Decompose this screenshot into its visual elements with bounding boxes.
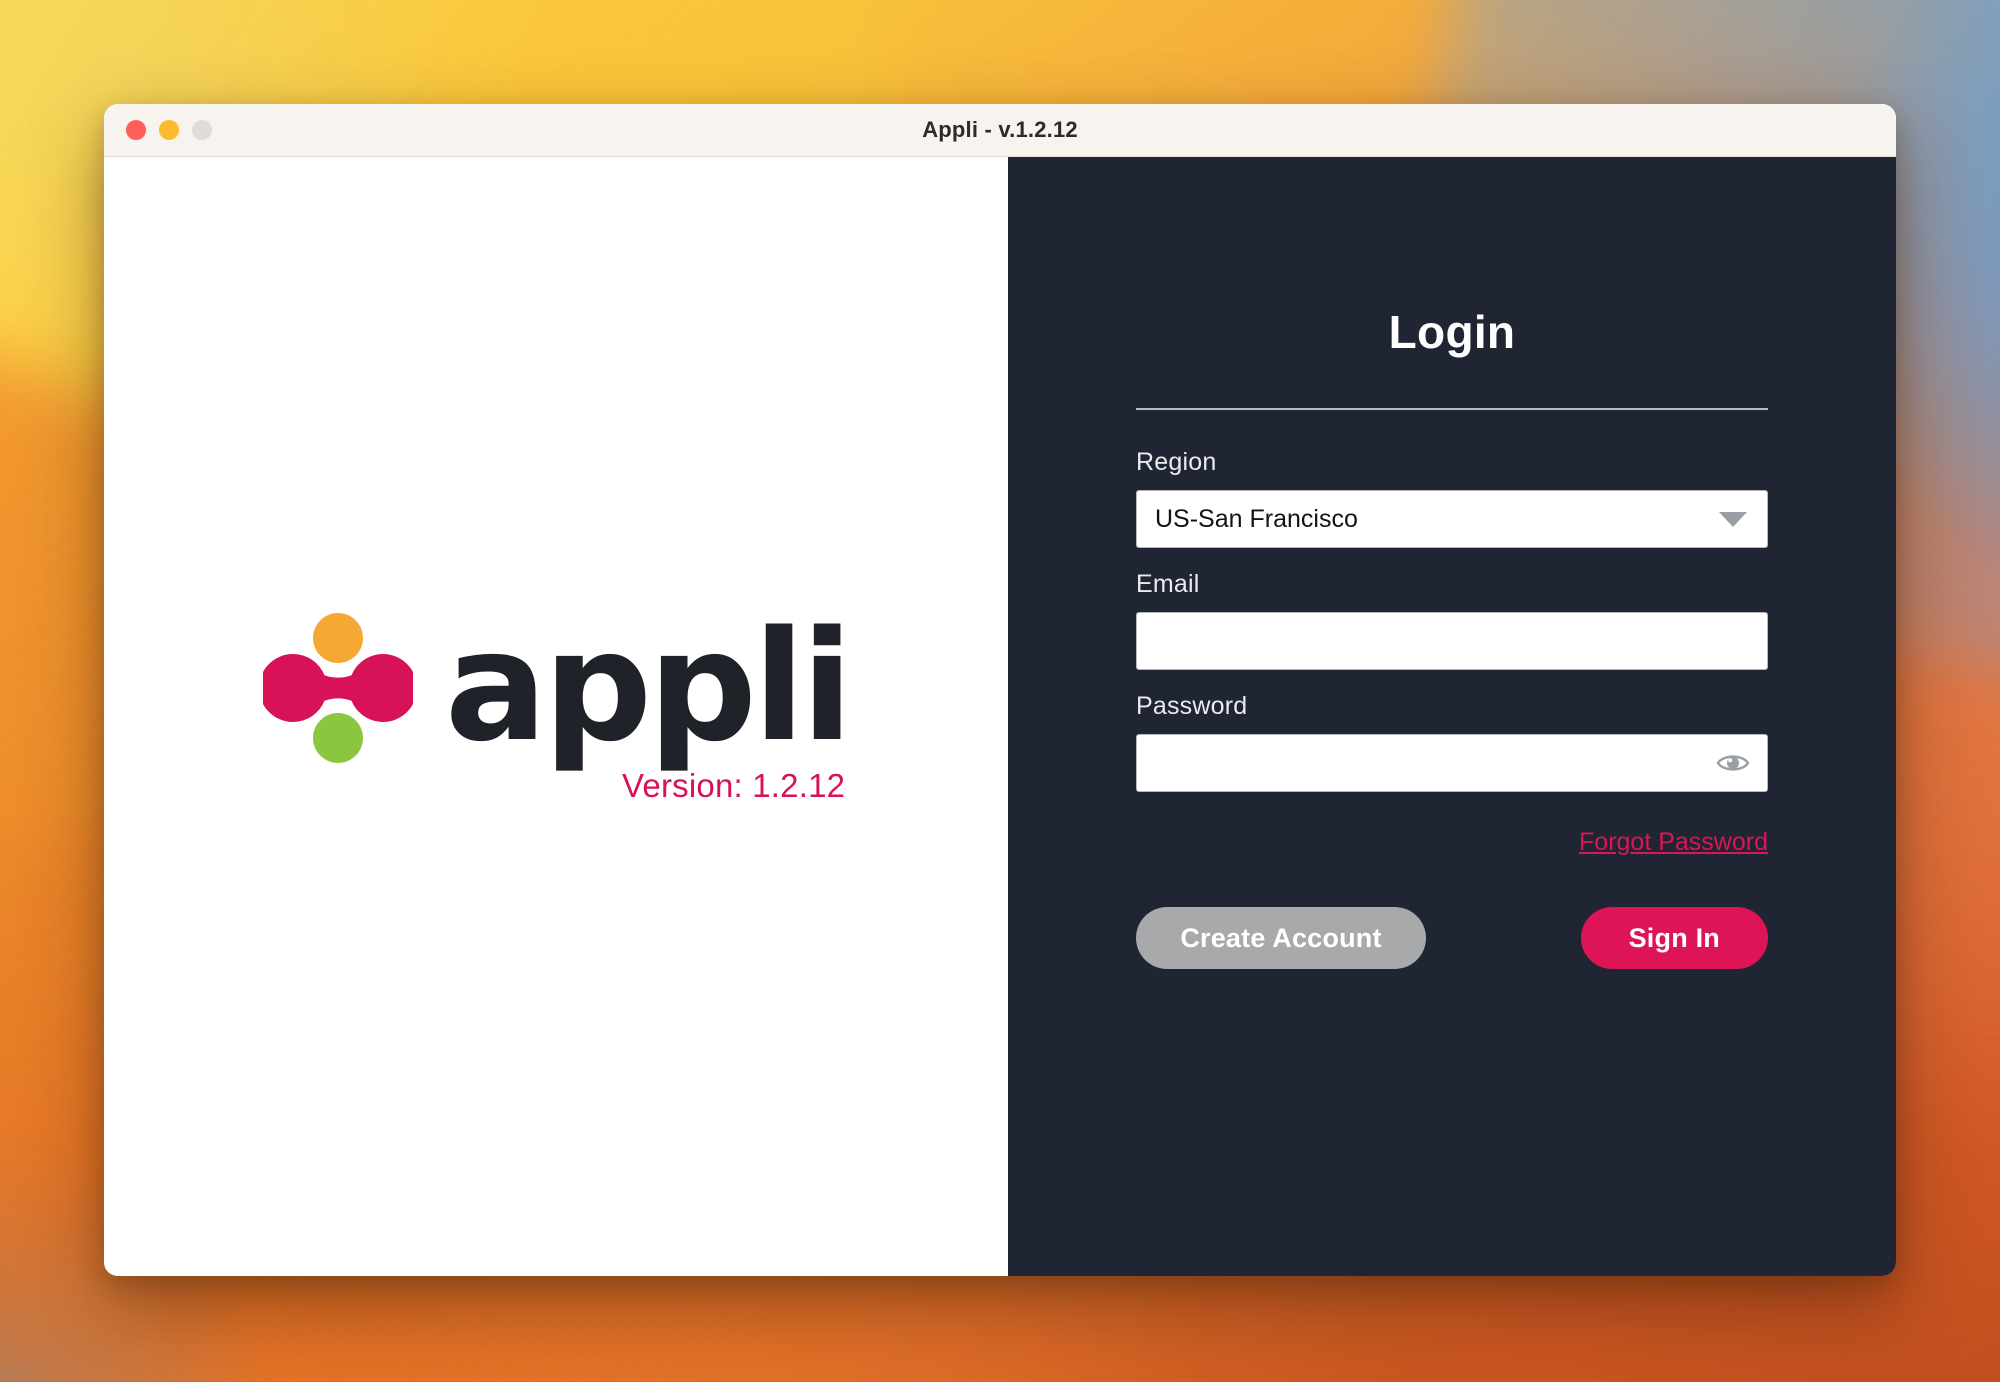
login-button-row: Create Account Sign In bbox=[1136, 907, 1768, 969]
window-titlebar: Appli - v.1.2.12 bbox=[104, 104, 1896, 157]
window-body: appli Version: 1.2.12 Login Region US-Sa… bbox=[104, 157, 1896, 1276]
close-window-button[interactable] bbox=[126, 120, 146, 140]
forgot-password-link[interactable]: Forgot Password bbox=[1579, 828, 1768, 856]
region-label: Region bbox=[1136, 448, 1217, 476]
toggle-password-visibility-icon[interactable] bbox=[1716, 751, 1750, 775]
email-field-group: Email bbox=[1136, 570, 1768, 670]
login-heading: Login bbox=[1388, 306, 1516, 358]
password-label: Password bbox=[1136, 692, 1248, 720]
brand-panel: appli Version: 1.2.12 bbox=[104, 157, 1008, 1276]
traffic-light-group bbox=[126, 120, 212, 140]
app-window: Appli - v.1.2.12 appli Version: 1.2.12 L… bbox=[104, 104, 1896, 1276]
email-label: Email bbox=[1136, 570, 1200, 598]
chevron-down-icon bbox=[1719, 511, 1747, 527]
region-select[interactable]: US-San Francisco bbox=[1136, 490, 1768, 548]
version-text: Version: 1.2.12 bbox=[622, 766, 846, 804]
password-input[interactable] bbox=[1137, 735, 1767, 791]
minimize-window-button[interactable] bbox=[159, 120, 179, 140]
window-title: Appli - v.1.2.12 bbox=[922, 117, 1078, 142]
login-divider bbox=[1136, 408, 1768, 410]
desktop-wallpaper: Appli - v.1.2.12 appli Version: 1.2.12 L… bbox=[0, 0, 2000, 1382]
email-input-shell[interactable] bbox=[1136, 612, 1768, 670]
email-input[interactable] bbox=[1137, 613, 1767, 669]
login-panel: Login Region US-San Francisco Email Pass… bbox=[1008, 157, 1896, 1276]
maximize-window-button[interactable] bbox=[192, 120, 212, 140]
forgot-password-row: Forgot Password bbox=[1136, 828, 1768, 857]
brand-block: appli Version: 1.2.12 bbox=[262, 598, 853, 805]
sign-in-button[interactable]: Sign In bbox=[1580, 907, 1768, 969]
brand-wordmark: appli bbox=[444, 598, 853, 776]
region-selected-value: US-San Francisco bbox=[1155, 504, 1358, 533]
password-input-shell[interactable] bbox=[1136, 734, 1768, 792]
appli-logo-icon bbox=[262, 612, 413, 763]
create-account-button[interactable]: Create Account bbox=[1136, 907, 1426, 969]
region-field-group: Region US-San Francisco bbox=[1136, 448, 1768, 548]
logo-row: appli bbox=[262, 598, 853, 776]
password-field-group: Password bbox=[1136, 692, 1768, 792]
